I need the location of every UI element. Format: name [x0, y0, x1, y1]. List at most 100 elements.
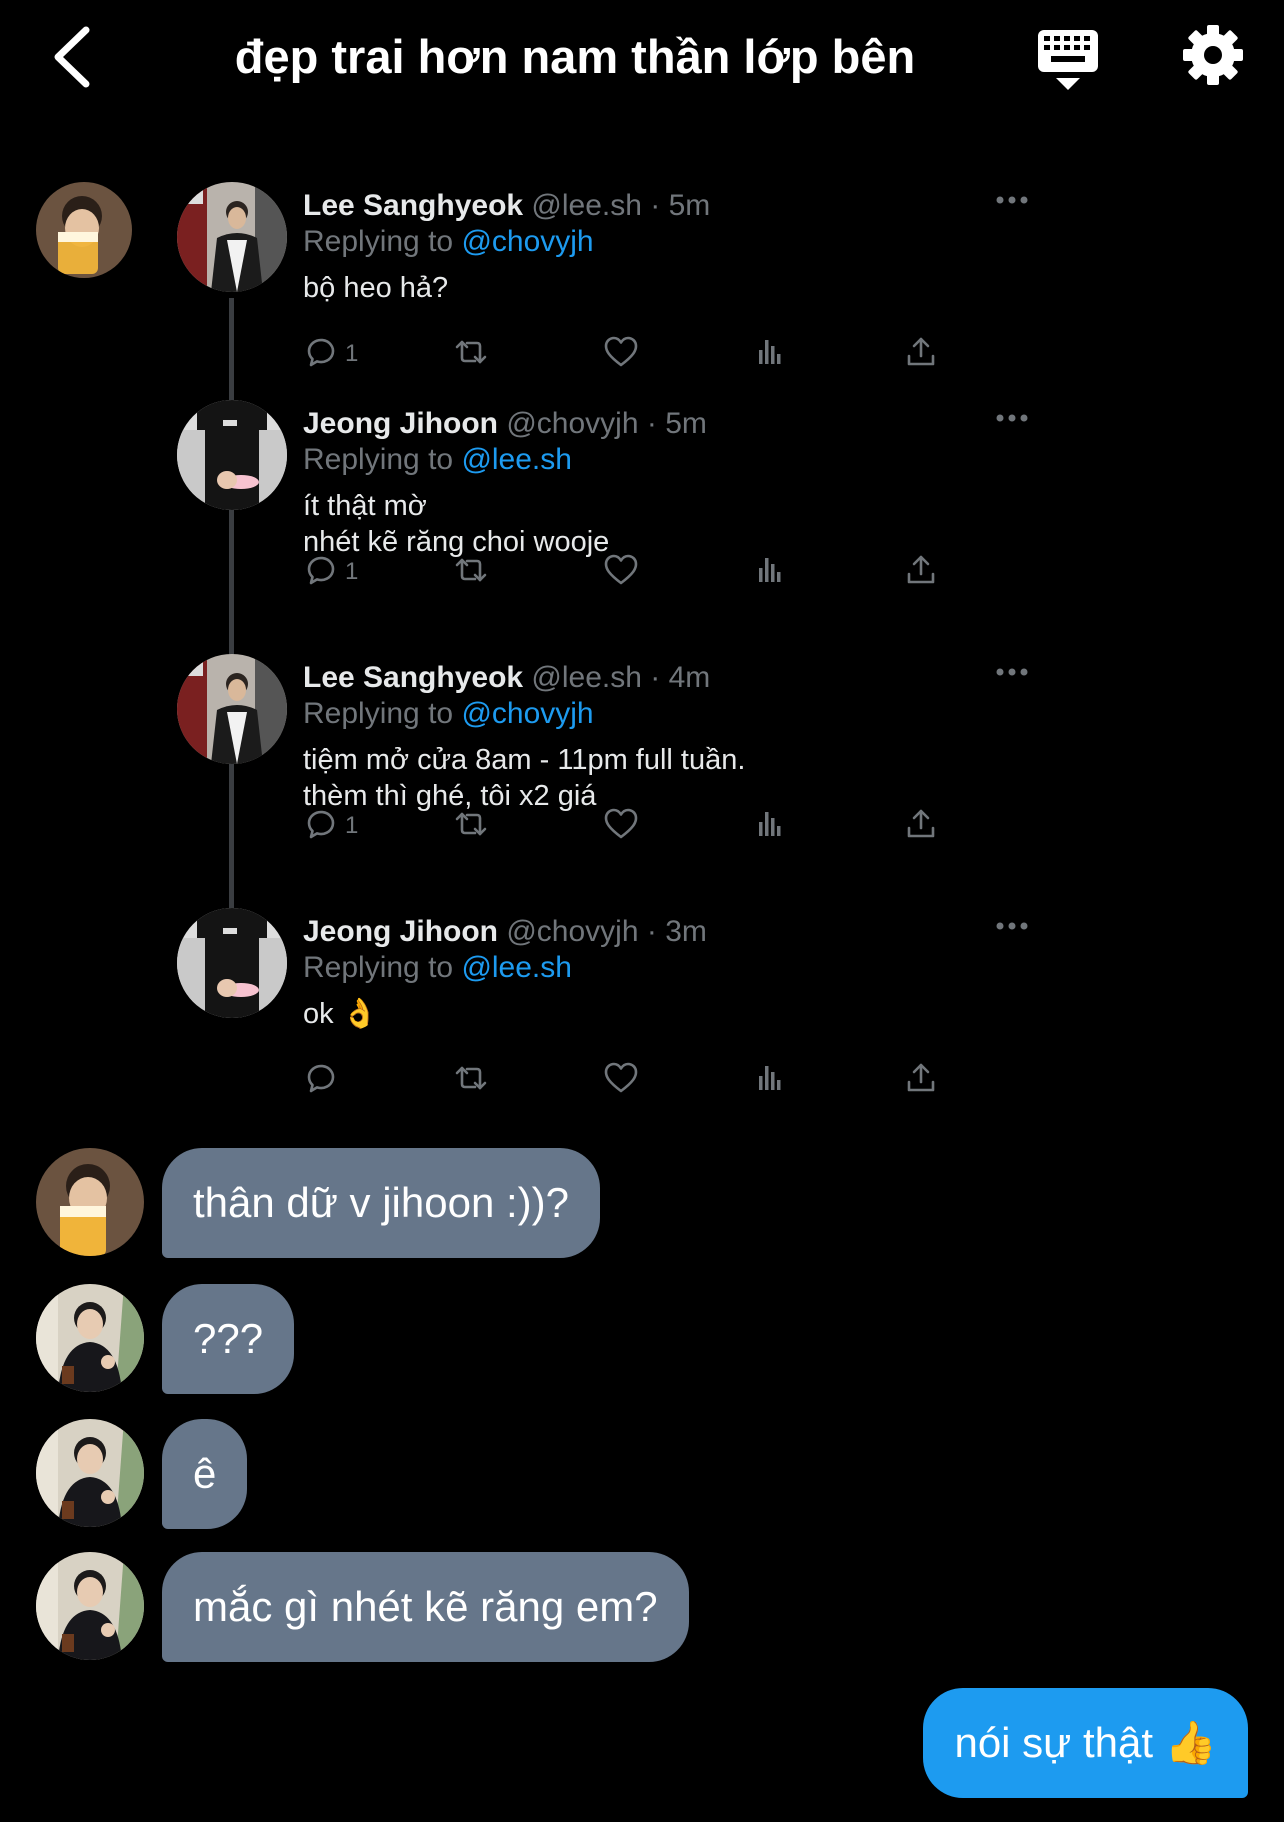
mention-link[interactable]: @chovyjh	[461, 225, 593, 258]
replying-to-label: Replying to	[303, 225, 454, 258]
tweet-actions-bar	[303, 1060, 1003, 1100]
quoted-tweet[interactable]: Lee Sanghyeok @lee.sh · 4m Replying to @c…	[175, 654, 1035, 904]
views-button[interactable]	[753, 552, 789, 592]
views-button[interactable]	[753, 1060, 789, 1100]
conversation-title[interactable]: đẹp trai hơn nam thần lớp bên	[150, 24, 1000, 90]
replying-to-line: Replying to @lee.sh	[303, 442, 572, 478]
tweet-text: ít thật mờ nhét kẽ răng choi wooje	[303, 490, 610, 558]
more-options-icon[interactable]	[995, 412, 1029, 424]
share-button[interactable]	[903, 1060, 939, 1100]
bar-chart-icon	[753, 552, 789, 593]
reply-button[interactable]: 1	[303, 552, 358, 592]
replying-to-line: Replying to @chovyjh	[303, 696, 594, 732]
separator-dot: ·	[646, 915, 657, 948]
author-name[interactable]: Lee Sanghyeok	[303, 189, 523, 222]
tweet-author-avatar[interactable]	[177, 400, 287, 510]
received-message: ê	[0, 1419, 1284, 1531]
reply-button[interactable]: 1	[303, 806, 358, 846]
quoted-tweet[interactable]: Jeong Jihoon @chovyjh · 3m Replying to @l…	[175, 908, 1035, 1158]
mention-link[interactable]: @lee.sh	[461, 951, 572, 984]
back-button[interactable]	[42, 24, 102, 90]
retweet-button[interactable]	[453, 1060, 489, 1100]
retweet-icon	[453, 1060, 489, 1101]
replying-to-label: Replying to	[303, 443, 454, 476]
tweet-text: bộ heo hả?	[303, 272, 449, 304]
tweet-header: Jeong Jihoon @chovyjh · 5m	[303, 406, 707, 442]
like-button[interactable]	[603, 1060, 639, 1100]
like-button[interactable]	[603, 334, 639, 374]
bar-chart-icon	[753, 334, 789, 375]
reply-button[interactable]: 1	[303, 334, 358, 374]
heart-icon	[603, 552, 639, 593]
retweet-button[interactable]	[453, 552, 489, 592]
chat-header: đẹp trai hơn nam thần lớp bên	[0, 0, 1284, 120]
keyboard-toggle-button[interactable]	[1034, 26, 1102, 94]
received-message: thân dữ v jihoon :))?	[0, 1148, 1284, 1260]
quoted-tweet[interactable]: Jeong Jihoon @chovyjh · 5m Replying to @l…	[175, 400, 1035, 650]
author-name[interactable]: Jeong Jihoon	[303, 915, 498, 948]
replying-to-label: Replying to	[303, 697, 454, 730]
message-bubble[interactable]: thân dữ v jihoon :))?	[162, 1148, 600, 1258]
share-icon	[903, 552, 939, 593]
share-icon	[903, 334, 939, 375]
message-sender-avatar[interactable]	[36, 1284, 144, 1392]
more-options-icon[interactable]	[995, 920, 1029, 932]
author-name[interactable]: Jeong Jihoon	[303, 407, 498, 440]
share-button[interactable]	[903, 334, 939, 374]
quoted-tweet[interactable]: Lee Sanghyeok @lee.sh · 5m Replying to @c…	[175, 182, 1035, 432]
message-bubble[interactable]: ê	[162, 1419, 248, 1529]
heart-icon	[603, 806, 639, 847]
tweet-actions-bar: 1	[303, 806, 1003, 846]
avatar-photo	[36, 182, 132, 278]
author-handle[interactable]: @chovyjh	[506, 407, 638, 440]
author-handle[interactable]: @chovyjh	[506, 915, 638, 948]
tweet-author-avatar[interactable]	[177, 654, 287, 764]
keyboard-icon	[1038, 30, 1098, 90]
tweet-author-avatar[interactable]	[177, 182, 287, 292]
settings-button[interactable]	[1180, 22, 1246, 88]
like-button[interactable]	[603, 552, 639, 592]
share-button[interactable]	[903, 806, 939, 846]
more-options-icon[interactable]	[995, 666, 1029, 678]
message-bubble[interactable]: nói sự thật 👍	[923, 1688, 1248, 1798]
replying-to-line: Replying to @chovyjh	[303, 224, 594, 260]
reply-count: 1	[345, 558, 359, 585]
tweet-author-avatar[interactable]	[177, 908, 287, 1018]
reply-count: 1	[345, 340, 359, 367]
views-button[interactable]	[753, 334, 789, 374]
retweet-icon	[453, 806, 489, 847]
author-handle[interactable]: @lee.sh	[531, 189, 642, 222]
mention-link[interactable]: @lee.sh	[461, 443, 572, 476]
chevron-left-icon	[54, 26, 90, 88]
views-button[interactable]	[753, 806, 789, 846]
tweet-timestamp: 5m	[665, 407, 707, 440]
message-sender-avatar[interactable]	[36, 1552, 144, 1660]
retweet-button[interactable]	[453, 806, 489, 846]
author-name[interactable]: Lee Sanghyeok	[303, 661, 523, 694]
tweet-actions-bar: 1	[303, 552, 1003, 592]
sender-avatar[interactable]	[36, 182, 132, 278]
share-icon	[903, 1060, 939, 1101]
tweet-timestamp: 3m	[665, 915, 707, 948]
reply-count: 1	[345, 812, 359, 839]
share-button[interactable]	[903, 552, 939, 592]
reply-icon	[303, 1060, 339, 1101]
tweet-actions-bar: 1	[303, 334, 1003, 374]
like-button[interactable]	[603, 806, 639, 846]
tweet-text: tiệm mở cửa 8am - 11pm full tuần. thèm t…	[303, 744, 746, 812]
tweet-text: ok 👌	[303, 998, 378, 1030]
share-icon	[903, 806, 939, 847]
reply-button[interactable]	[303, 1060, 345, 1100]
message-sender-avatar[interactable]	[36, 1419, 144, 1527]
retweet-button[interactable]	[453, 334, 489, 374]
more-options-icon[interactable]	[995, 194, 1029, 206]
message-sender-avatar[interactable]	[36, 1148, 144, 1256]
mention-link[interactable]: @chovyjh	[461, 697, 593, 730]
received-message: ???	[0, 1284, 1284, 1396]
tweet-timestamp: 5m	[668, 189, 711, 222]
message-bubble[interactable]: ???	[162, 1284, 295, 1394]
message-bubble[interactable]: mắc gì nhét kẽ răng em?	[162, 1552, 689, 1662]
heart-icon	[603, 334, 639, 375]
author-handle[interactable]: @lee.sh	[531, 661, 642, 694]
separator-dot: ·	[650, 661, 661, 694]
